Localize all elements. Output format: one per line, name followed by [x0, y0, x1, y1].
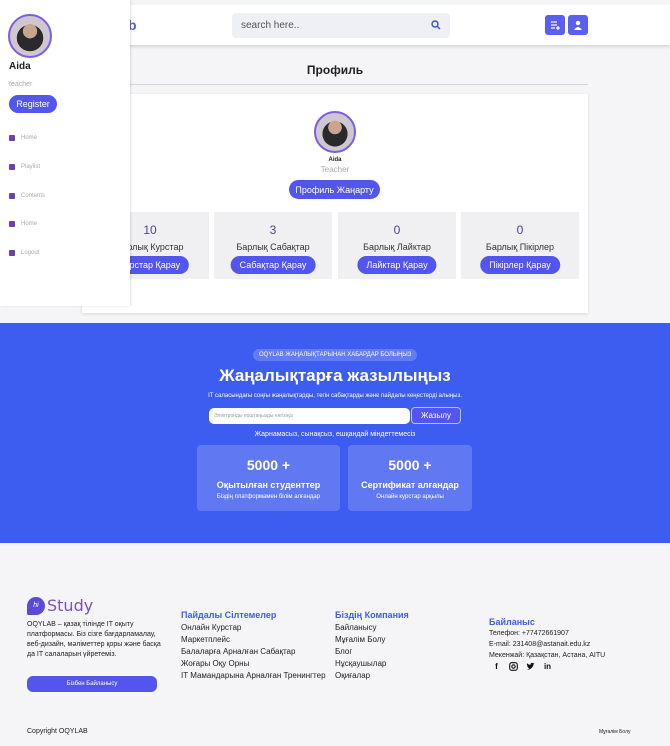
sidebar-item-label: Contents: [21, 193, 46, 199]
social-links: f in: [492, 662, 552, 671]
user-button[interactable]: [568, 15, 588, 35]
stat-title: Оқытылған студенттер: [216, 480, 321, 490]
stat-value: 0: [393, 223, 401, 237]
footer-link[interactable]: Нұсқаушылар: [335, 659, 386, 668]
profile-name: Aida: [328, 157, 342, 163]
register-button[interactable]: Register: [9, 95, 57, 113]
footer-email[interactable]: E-mail: 231408@astanait.edu.kz: [489, 641, 590, 648]
view-likes-button[interactable]: Лайктар Қарау: [357, 256, 437, 274]
newsletter-badge: OQYLAB ЖАҢАЛЫҚТАРЫНАН ХАБАРДАР БОЛЫҢЫЗ: [253, 349, 418, 361]
newsletter-section: OQYLAB ЖАҢАЛЫҚТАРЫНАН ХАБАРДАР БОЛЫҢЫЗ Ж…: [0, 323, 670, 543]
twitter-icon[interactable]: [526, 662, 535, 671]
view-lessons-button[interactable]: Сабақтар Қарау: [230, 256, 316, 274]
search-bar: [232, 13, 450, 38]
home-icon: [9, 221, 15, 227]
stat-description: Біздің платформамен білім алғандар: [216, 494, 321, 500]
footer-link[interactable]: Онлайн Курстар: [181, 623, 241, 632]
sidebar-item-home-2[interactable]: Home: [9, 221, 37, 227]
become-teacher-link[interactable]: Мұғалім Болу: [599, 729, 631, 735]
footer-contact-title: Байланыс: [489, 617, 535, 627]
sidebar: Aida teacher Register Home Playlist Cont…: [0, 0, 130, 306]
contents-icon: [9, 193, 15, 199]
profile-card: Aida Teacher Профиль Жаңарту 10 Барлық К…: [82, 94, 588, 313]
stat-value: 3: [269, 223, 277, 237]
search-input[interactable]: [232, 13, 412, 38]
stat-card-lessons: 3 Барлық Сабақтар Сабақтар Қарау: [214, 212, 332, 279]
sidebar-item-playlist[interactable]: Playlist: [9, 164, 40, 170]
sidebar-item-label: Playlist: [21, 164, 41, 170]
footer-link[interactable]: IT Мамандарына Арналған Тренингтер: [181, 671, 326, 680]
footer-column-title: Пайдалы Сілтемелер: [181, 610, 277, 620]
footer-address: Мекенжай: Қазақстан, Астана, AITU: [489, 652, 606, 659]
avatar: [8, 14, 52, 58]
instagram-icon[interactable]: [509, 662, 518, 671]
stat-label: Барлық Пікірлер: [485, 242, 555, 252]
newsletter-subtitle: IT саласындағы соңғы жаңалықтарды, тегін…: [208, 393, 462, 399]
sidebar-item-label: Logout: [21, 250, 40, 256]
sidebar-item-contents[interactable]: Contents: [9, 193, 45, 199]
menu-toggle-button[interactable]: [545, 15, 565, 35]
logout-icon: [9, 250, 15, 256]
footer-logo[interactable]: hi Study: [27, 596, 93, 615]
sidebar-item-logout[interactable]: Logout: [9, 250, 39, 256]
update-profile-button[interactable]: Профиль Жаңарту: [289, 180, 380, 199]
stat-title: Сертификат алғандар: [361, 480, 459, 490]
newsletter-title: Жаңалықтарға жазылыңыз: [219, 366, 451, 385]
divider: [82, 84, 588, 85]
sidebar-item-home[interactable]: Home: [9, 135, 37, 141]
logo-mark: hi: [27, 596, 45, 615]
footer-column-title: Біздің Компания: [335, 610, 409, 620]
linkedin-icon[interactable]: in: [543, 662, 552, 671]
sidebar-item-label: Home: [21, 135, 38, 141]
footer-link[interactable]: Блог: [335, 647, 352, 656]
stat-card-likes: 0 Барлық Лайктар Лайктар Қарау: [338, 212, 456, 279]
footer-link[interactable]: Байланысу: [335, 623, 376, 632]
footer-link[interactable]: Мұғалім Болу: [335, 635, 385, 644]
newsletter-stat-certificates: 5000 + Сертификат алғандар Онлайн курста…: [348, 445, 472, 511]
footer: hi Study OQYLAB – қазақ тілінде IT оқыту…: [0, 543, 670, 746]
sidebar-user-name: Aida: [9, 61, 31, 72]
view-comments-button[interactable]: Пікірлер Қарау: [480, 256, 560, 274]
subscribe-button[interactable]: Жазылу: [411, 407, 461, 424]
sidebar-user-role: teacher: [9, 81, 33, 88]
stat-number: 5000 +: [246, 457, 291, 473]
logo-word: Study: [47, 596, 94, 615]
footer-link[interactable]: Оқиғалар: [335, 671, 370, 680]
list-add-icon: [551, 21, 560, 30]
stat-label: Барлық Лайктар: [363, 242, 431, 252]
footer-description: OQYLAB – қазақ тілінде IT оқыту платформ…: [27, 621, 161, 658]
playlist-icon: [9, 164, 15, 170]
footer-link[interactable]: Маркетплейс: [181, 635, 230, 644]
footer-link[interactable]: Жоғары Оқу Орны: [181, 659, 249, 668]
sidebar-item-label: Home: [21, 221, 38, 227]
copyright: Copyright OQYLAB: [27, 728, 88, 735]
facebook-icon[interactable]: f: [492, 662, 501, 671]
profile-role: Teacher: [320, 165, 350, 174]
stat-number: 5000 +: [388, 457, 432, 473]
user-icon: [574, 20, 582, 30]
stat-label: Барлық Сабақтар: [236, 242, 310, 252]
newsletter-stat-students: 5000 + Оқытылған студенттер Біздің платф…: [197, 445, 340, 511]
stat-description: Онлайн курстар арқылы: [376, 494, 444, 500]
newsletter-note: Жарнамасыз, сынақсыз, ешқандай міндеттем…: [254, 431, 416, 438]
stat-card-comments: 0 Барлық Пікірлер Пікірлер Қарау: [461, 212, 579, 279]
contact-us-button[interactable]: Бізбен Байланысу: [27, 676, 157, 692]
search-icon[interactable]: [431, 20, 441, 30]
footer-link[interactable]: Балаларға Арналған Сабақтар: [181, 647, 295, 656]
stat-value: 0: [516, 223, 524, 237]
email-field[interactable]: [209, 408, 410, 424]
avatar: [314, 111, 356, 153]
footer-phone: Телефон: +77472661907: [489, 630, 569, 637]
home-icon: [9, 135, 15, 141]
